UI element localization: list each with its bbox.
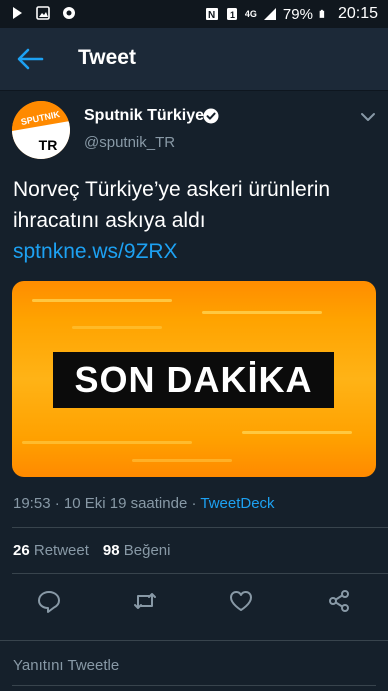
tweet-meta: 19:53 · 10 Eki 19 saatinde · TweetDeck xyxy=(13,495,275,512)
media-streak xyxy=(132,459,232,462)
reply-underline xyxy=(12,685,376,686)
author-name[interactable]: Sputnik Türkiye xyxy=(84,107,204,125)
reply-input[interactable]: Yanıtını Tweetle xyxy=(13,657,119,674)
play-icon xyxy=(13,7,22,19)
retweet-count: 26 xyxy=(13,542,30,559)
battery-percent: 79% xyxy=(282,5,313,23)
retweet-stat[interactable]: 26 Retweet xyxy=(13,542,89,559)
media-streak xyxy=(242,431,352,434)
nfc-icon: N xyxy=(205,8,218,21)
reply-icon[interactable] xyxy=(36,588,62,614)
chevron-down-icon[interactable] xyxy=(358,110,378,124)
tweet-timestamp: 19:53 · 10 Eki 19 saatinde · xyxy=(13,495,201,512)
app-bar: Tweet xyxy=(0,28,388,91)
tweet-text: Norveç Türkiye’ye askeri ürünlerin ihrac… xyxy=(13,174,378,267)
avatar[interactable]: SPUTNIK TR xyxy=(12,101,70,159)
status-bar: N 1 4G 79% 20:15 xyxy=(0,0,388,28)
signal-icon xyxy=(263,8,276,20)
svg-text:N: N xyxy=(208,10,215,21)
image-icon xyxy=(36,6,50,20)
sim-icon: 1 xyxy=(226,8,237,20)
svg-text:1: 1 xyxy=(230,10,235,20)
reply-composer[interactable]: Yanıtını Tweetle xyxy=(0,640,388,691)
sputnik-logo-icon: SPUTNIK TR xyxy=(12,101,70,159)
chrome-icon xyxy=(63,7,75,19)
media-streak xyxy=(72,326,162,329)
tweet-body: Norveç Türkiye’ye askeri ürünlerin ihrac… xyxy=(13,178,331,232)
tweet-stats: 26 Retweet 98 Beğeni xyxy=(13,542,170,559)
retweet-label: Retweet xyxy=(33,542,89,559)
like-label: Beğeni xyxy=(123,542,171,559)
media-streak xyxy=(22,441,192,444)
svg-text:TR: TR xyxy=(39,137,58,153)
divider xyxy=(12,527,388,528)
media-banner: SON DAKİKA xyxy=(53,352,334,408)
battery-icon xyxy=(319,9,325,18)
retweet-icon[interactable] xyxy=(132,588,158,614)
page-title: Tweet xyxy=(78,46,136,69)
back-arrow-icon[interactable] xyxy=(16,46,44,72)
media-streak xyxy=(32,299,172,302)
divider xyxy=(12,573,388,574)
tweet-actions xyxy=(0,588,388,618)
clock: 20:15 xyxy=(337,5,378,22)
tweet-link[interactable]: sptnkne.ws/9ZRX xyxy=(13,236,378,267)
like-stat[interactable]: 98 Beğeni xyxy=(103,542,171,559)
tweet-source-link[interactable]: TweetDeck xyxy=(200,495,274,512)
author-handle[interactable]: @sputnik_TR xyxy=(84,134,175,151)
tweet-media-image[interactable]: SON DAKİKA xyxy=(12,281,376,477)
verified-icon xyxy=(203,108,219,124)
media-caption: SON DAKİKA xyxy=(74,359,313,400)
like-count: 98 xyxy=(102,542,120,559)
media-streak xyxy=(202,311,322,314)
share-icon[interactable] xyxy=(326,588,352,614)
network-label: 4G xyxy=(244,9,257,19)
like-icon[interactable] xyxy=(228,588,254,614)
